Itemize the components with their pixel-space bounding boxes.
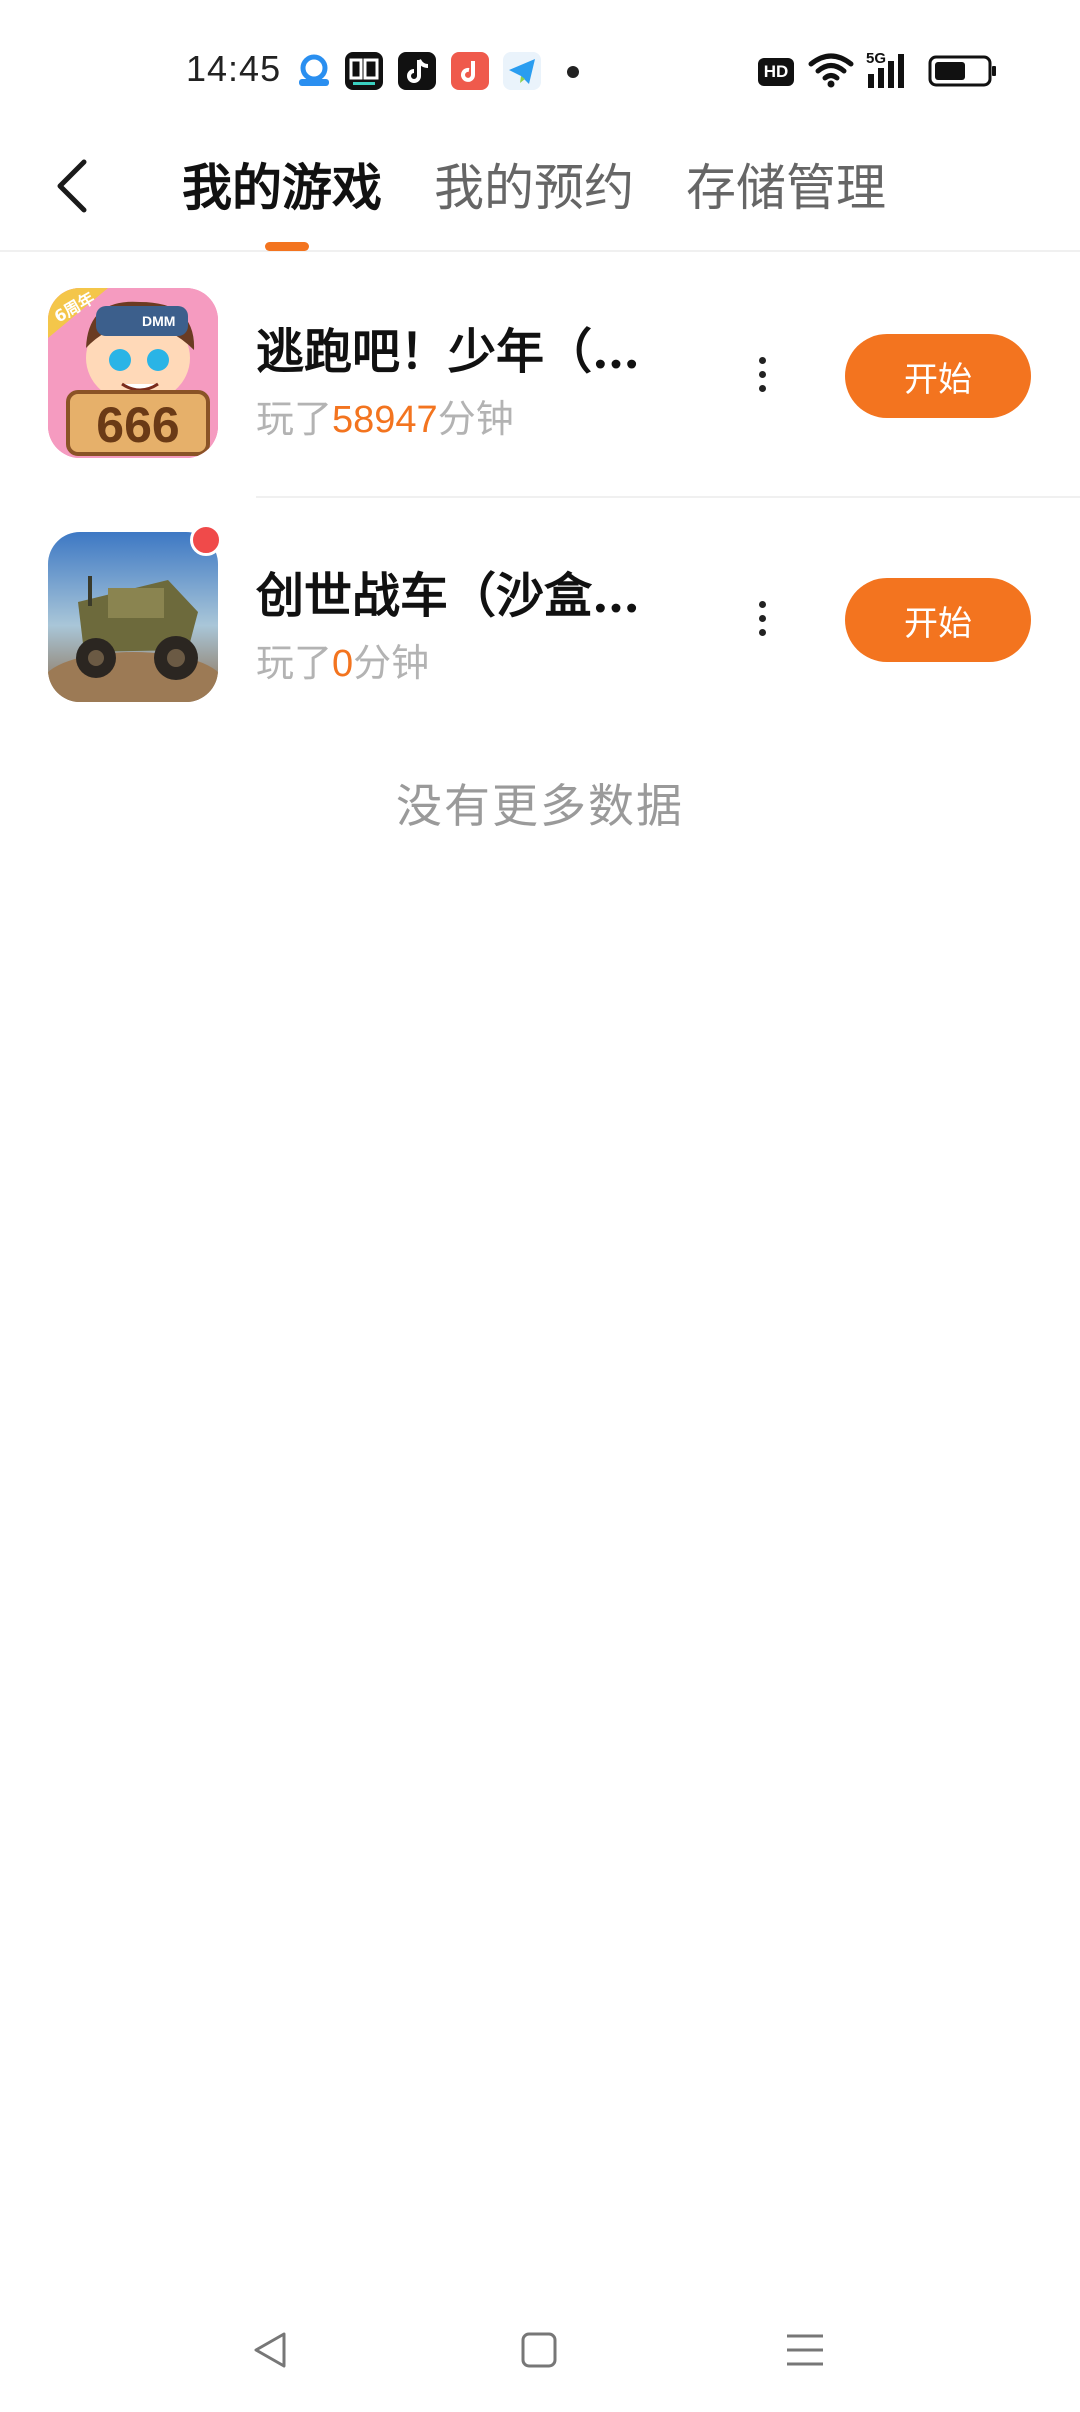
home-square-icon — [521, 2332, 557, 2368]
play-time-minutes: 58947 — [332, 399, 438, 441]
back-triangle-icon — [254, 2332, 286, 2368]
top-tab-bar: 我的游戏 我的预约 存储管理 — [0, 130, 1080, 252]
more-dot — [758, 614, 766, 622]
active-tab-indicator — [265, 242, 309, 251]
nav-back-button[interactable] — [240, 2320, 300, 2380]
tab-my-games[interactable]: 我的游戏 — [182, 148, 382, 220]
play-time-prefix: 玩了 — [256, 641, 333, 685]
status-time: 14:45 — [186, 48, 282, 89]
start-button[interactable]: 开始 — [845, 334, 1031, 418]
more-notifications-dot — [567, 66, 579, 78]
row-divider — [256, 496, 1080, 498]
tab-storage-management[interactable]: 存储管理 — [686, 148, 886, 220]
more-dots-icon — [758, 600, 766, 608]
more-dot — [758, 384, 766, 392]
more-dot — [758, 628, 766, 636]
menu-lines-icon — [787, 2334, 823, 2366]
status-bar: 14:45 HD 5G — [0, 0, 1080, 130]
new-update-badge — [190, 524, 222, 556]
more-options-button[interactable] — [738, 588, 786, 648]
more-dot — [758, 370, 766, 378]
nav-home-button[interactable] — [509, 2320, 569, 2380]
game-icon-crossout[interactable] — [48, 532, 218, 702]
game-icon-brand: DMM — [142, 313, 176, 329]
battery-icon — [928, 50, 998, 90]
list-item[interactable]: 创世战车（沙盒… 玩了0分钟 开始 — [0, 500, 1080, 740]
game-icon-number: 666 — [96, 397, 180, 453]
tiktok-icon — [398, 52, 436, 90]
dewu-app-icon — [345, 52, 383, 90]
game-title: 创世战车（沙盒… — [256, 568, 641, 624]
game-icon-escape-boy[interactable]: DMM 6周年 666 — [48, 288, 218, 458]
music-icon — [451, 52, 489, 90]
cloud-app-icon — [295, 52, 333, 90]
hd-icon: HD — [758, 50, 794, 90]
no-more-data-text: 没有更多数据 — [396, 779, 684, 833]
wifi-icon — [808, 50, 854, 90]
play-time-minutes: 0 — [332, 643, 354, 685]
telegram-icon — [503, 52, 541, 90]
system-nav-bar — [0, 2300, 1080, 2390]
play-time-prefix: 玩了 — [256, 397, 333, 441]
back-button[interactable] — [44, 152, 100, 220]
more-dots-icon — [758, 356, 766, 364]
play-time-suffix: 分钟 — [437, 397, 514, 441]
list-item[interactable]: DMM 6周年 666 逃跑吧！少年（… 玩了58947分钟 开始 — [0, 256, 1080, 496]
chevron-left-icon — [57, 159, 87, 213]
nav-menu-button[interactable] — [775, 2320, 835, 2380]
play-time-suffix: 分钟 — [353, 641, 430, 685]
game-title: 逃跑吧！少年（… — [256, 324, 641, 380]
more-options-button[interactable] — [738, 344, 786, 404]
signal-5g-icon: 5G — [866, 50, 914, 90]
start-button[interactable]: 开始 — [845, 578, 1031, 662]
tab-my-reservations[interactable]: 我的预约 — [434, 148, 634, 220]
play-time: 玩了0分钟 — [256, 632, 429, 687]
play-time: 玩了58947分钟 — [256, 388, 514, 443]
